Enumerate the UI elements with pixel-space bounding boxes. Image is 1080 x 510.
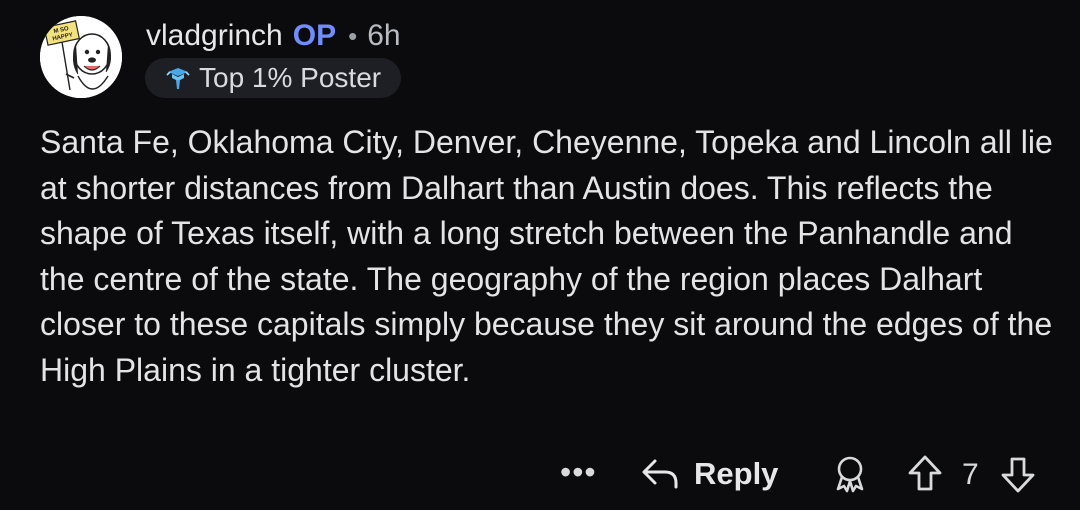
comment-actions: ••• Reply 7 [0,446,1080,502]
vote-score: 7 [962,458,979,491]
comment-body: Santa Fe, Oklahoma City, Denver, Cheyenn… [40,124,1053,388]
comment: M SO HAPPY vladgrinch OP • 6h Top 1% Pos… [0,0,1080,510]
reply-button[interactable]: Reply [640,450,778,498]
upvote-icon [908,455,942,491]
top-poster-icon [165,65,191,91]
award-button[interactable] [830,454,870,499]
avatar-icon: M SO HAPPY [40,16,122,98]
op-badge: OP [292,19,337,52]
downvote-button[interactable] [998,454,1038,499]
username-link[interactable]: vladgrinch [146,19,283,53]
more-options-button[interactable]: ••• [560,454,597,491]
timestamp: 6h [367,19,401,52]
reply-icon [642,459,678,489]
reply-label: Reply [694,456,779,491]
downvote-icon [1001,457,1035,493]
award-icon [836,456,864,493]
comment-header: vladgrinch OP • 6h [146,14,401,58]
separator: • [348,20,358,51]
upvote-button[interactable] [905,454,945,499]
user-flair: Top 1% Poster [145,58,402,98]
avatar[interactable]: M SO HAPPY [40,16,122,98]
flair-label: Top 1% Poster [199,62,382,93]
